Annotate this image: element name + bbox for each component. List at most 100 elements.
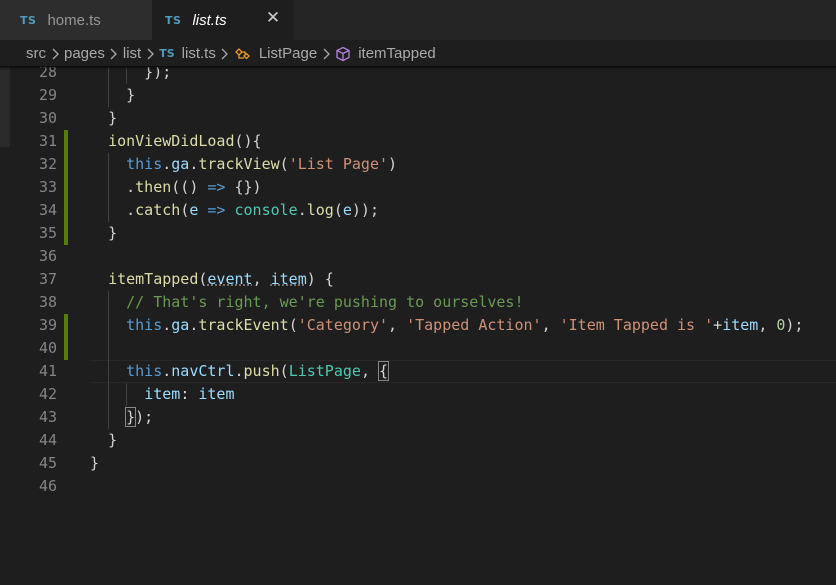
code-text: this.ga.trackView('List Page'): [90, 153, 397, 176]
code-token: .: [234, 362, 244, 380]
line-number: 41: [38, 362, 57, 380]
code-line[interactable]: 45}: [0, 452, 836, 475]
typescript-file-icon: TS: [20, 13, 37, 27]
code-token: .: [108, 201, 136, 219]
git-modified-indicator: [64, 199, 68, 222]
code-token: );: [785, 316, 804, 334]
code-line[interactable]: 40: [0, 337, 836, 360]
code-line[interactable]: 33 .then(() => {}): [0, 176, 836, 199]
tab-label: home.ts: [47, 11, 101, 29]
code-token: }: [108, 109, 118, 127]
tab-list-ts[interactable]: TS list.ts ✕: [152, 0, 294, 40]
code-token: (: [288, 316, 298, 334]
line-number: 29: [38, 86, 57, 104]
code-line[interactable]: 39 this.ga.trackEvent('Category', 'Tappe…: [0, 314, 836, 337]
code-line[interactable]: 30 }: [0, 107, 836, 130]
code-line[interactable]: 34 .catch(e => console.log(e));: [0, 199, 836, 222]
code-token: log: [306, 201, 334, 219]
code-token: push: [243, 362, 280, 380]
code-token: ) {: [306, 270, 334, 288]
code-token: (){: [234, 132, 262, 150]
code-token: item: [270, 270, 307, 288]
code-token: ,: [360, 362, 379, 380]
code-token: :: [180, 385, 199, 403]
git-modified-indicator: [64, 337, 68, 360]
code-token: ));: [351, 201, 379, 219]
code-line[interactable]: 31 ionViewDidLoad(){: [0, 130, 836, 153]
line-number: 40: [38, 339, 57, 357]
code-token: (: [333, 201, 343, 219]
line-number: 31: [38, 132, 57, 150]
breadcrumb-item-src[interactable]: src: [26, 45, 46, 62]
code-token: }: [90, 454, 100, 472]
breadcrumb-item-class[interactable]: ListPage: [259, 45, 317, 62]
code-line[interactable]: 36: [0, 245, 836, 268]
code-token: item: [198, 385, 235, 403]
code-text: this.navCtrl.push(ListPage, {: [90, 360, 390, 383]
code-text: ionViewDidLoad(){: [90, 130, 262, 153]
code-line[interactable]: 37 itemTapped(event, item) {: [0, 268, 836, 291]
code-editor[interactable]: 28 }); 29 } 30 } 31 ionViewDidLoad(){32 thi…: [0, 67, 836, 585]
code-token: item: [722, 316, 759, 334]
code-line[interactable]: 38 // That's right, we're pushing to our…: [0, 291, 836, 314]
code-line[interactable]: 32 this.ga.trackView('List Page'): [0, 153, 836, 176]
code-token: then: [135, 178, 172, 196]
code-token: {: [377, 361, 390, 381]
code-line[interactable]: 35 }: [0, 222, 836, 245]
code-token: ga: [171, 316, 190, 334]
code-token: .: [162, 155, 172, 173]
chevron-right-icon: [218, 48, 232, 60]
tab-label: list.ts: [192, 11, 227, 29]
code-line[interactable]: 42 item: item: [0, 383, 836, 406]
code-token: ,: [252, 270, 271, 288]
code-token: }: [108, 86, 136, 104]
code-text: });: [90, 406, 153, 429]
code-token: ((): [171, 178, 208, 196]
code-token: trackEvent: [198, 316, 289, 334]
code-token: ga: [171, 155, 190, 173]
typescript-file-icon: TS: [165, 13, 182, 27]
code-token: event: [207, 270, 253, 288]
code-token: this: [126, 362, 163, 380]
code-token: navCtrl: [171, 362, 235, 380]
code-token: ionViewDidLoad: [108, 132, 235, 150]
code-line[interactable]: 29 }: [0, 84, 836, 107]
editor-tab-bar: TS home.ts TS list.ts ✕: [0, 0, 836, 40]
breadcrumb-item-method[interactable]: itemTapped: [358, 45, 436, 62]
close-icon[interactable]: ✕: [264, 9, 282, 27]
code-token: (: [279, 155, 289, 173]
chevron-right-icon: [107, 48, 121, 60]
code-token: trackView: [198, 155, 280, 173]
breadcrumb-item-pages[interactable]: pages: [64, 45, 105, 62]
code-token: .: [162, 362, 172, 380]
line-number: 36: [38, 247, 57, 265]
code-line[interactable]: 41 this.navCtrl.push(ListPage, {: [0, 360, 836, 383]
code-token: ,: [758, 316, 777, 334]
breadcrumb-item-list[interactable]: list: [123, 45, 141, 62]
line-number: 44: [38, 431, 57, 449]
code-token: }: [125, 407, 137, 427]
code-token: e: [342, 201, 352, 219]
git-modified-indicator: [64, 222, 68, 245]
line-number: 33: [38, 178, 57, 196]
line-number: 42: [38, 385, 57, 403]
breadcrumb-item-file[interactable]: list.ts: [182, 45, 216, 62]
code-line[interactable]: 46: [0, 475, 836, 498]
tab-home-ts[interactable]: TS home.ts: [0, 0, 152, 40]
code-token: 'List Page': [288, 155, 389, 173]
line-number: 46: [38, 477, 57, 495]
git-modified-indicator: [64, 314, 68, 337]
code-line[interactable]: 44 }: [0, 429, 836, 452]
chevron-right-icon: [48, 48, 62, 60]
code-token: ,: [541, 316, 560, 334]
code-token: }: [108, 224, 118, 242]
code-text: }: [90, 452, 99, 475]
code-text: itemTapped(event, item) {: [90, 268, 334, 291]
code-token: .: [162, 316, 172, 334]
code-line[interactable]: 43 });: [0, 406, 836, 429]
